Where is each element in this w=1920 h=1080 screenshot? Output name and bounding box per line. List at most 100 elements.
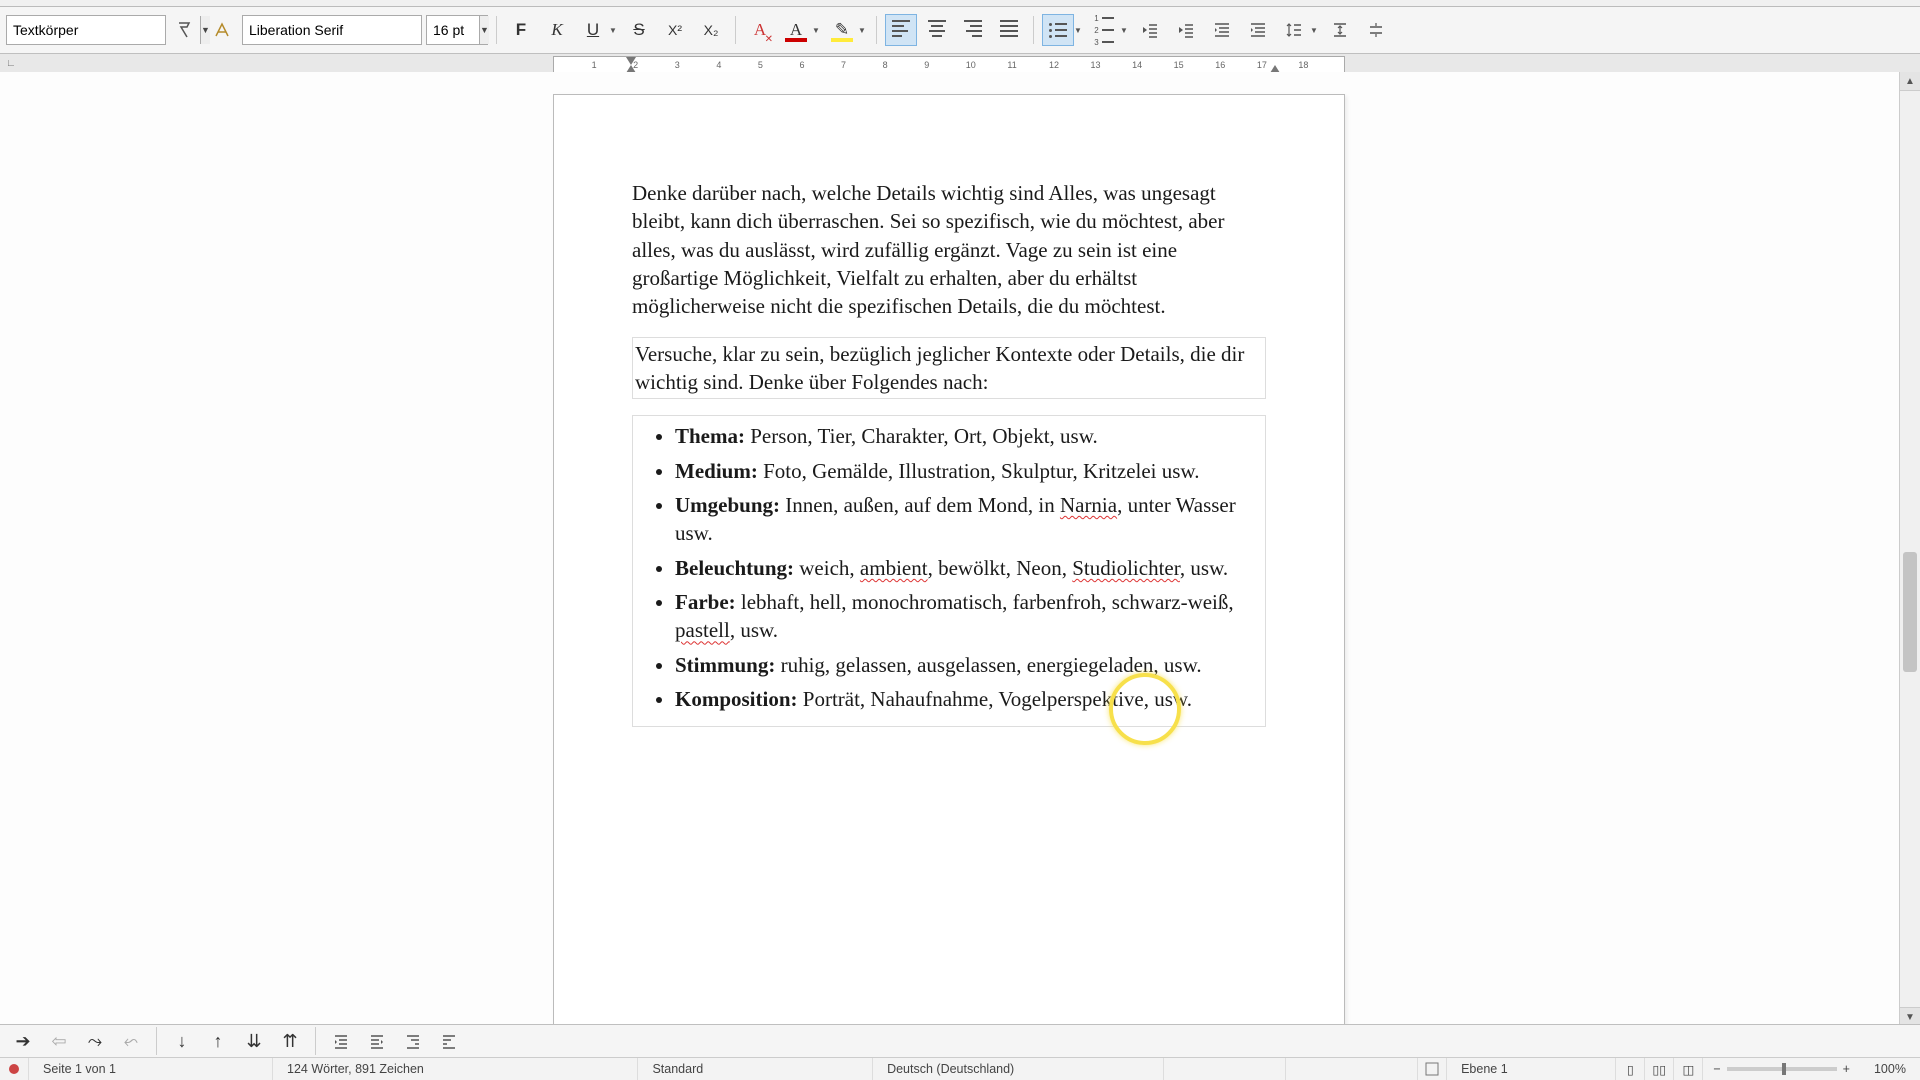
font-name-input[interactable] — [243, 16, 436, 44]
zoom-in-icon[interactable]: + — [1843, 1062, 1850, 1076]
item-text: weich, — [794, 556, 860, 580]
nav-forward-icon[interactable]: ➔ — [8, 1027, 38, 1055]
scroll-thumb[interactable] — [1903, 552, 1917, 672]
subscript-button[interactable]: X₂ — [695, 14, 727, 46]
underline-drop-icon[interactable]: ▼ — [608, 15, 618, 45]
ruler-tick: 9 — [924, 57, 929, 73]
list-item[interactable]: Stimmung: ruhig, gelassen, ausgelassen, … — [675, 651, 1263, 679]
para-spacing-increase-button[interactable] — [1324, 14, 1356, 46]
nav-up-icon[interactable]: ↑ — [203, 1027, 233, 1055]
view-multi-page-icon[interactable]: ▯▯ — [1645, 1058, 1674, 1080]
number-list-button[interactable]: 123 ▼ — [1088, 14, 1120, 46]
ruler-tick: 18 — [1298, 57, 1308, 73]
status-page[interactable]: Seite 1 von 1 — [29, 1058, 273, 1080]
indent-button[interactable] — [1170, 14, 1202, 46]
italic-button[interactable]: K — [541, 14, 573, 46]
highlight-button[interactable]: ✎ ▼ — [826, 14, 858, 46]
nav-back-end-icon[interactable]: ⬿ — [116, 1027, 146, 1055]
status-overwrite[interactable] — [1164, 1058, 1286, 1080]
ruler-tick: 11 — [1007, 57, 1016, 73]
document-body[interactable]: Denke darüber nach, welche Details wicht… — [632, 179, 1266, 727]
status-signature-icon[interactable] — [1418, 1058, 1447, 1080]
nav-up-double-icon[interactable]: ⇈ — [275, 1027, 305, 1055]
list-item[interactable]: Beleuchtung: weich, ambient, bewölkt, Ne… — [675, 554, 1263, 582]
scroll-up-icon[interactable]: ▲ — [1900, 72, 1920, 91]
zoom-knob[interactable] — [1782, 1063, 1786, 1075]
font-size-combo[interactable]: ▼ — [426, 15, 488, 45]
status-language[interactable]: Deutsch (Deutschland) — [873, 1058, 1164, 1080]
ruler-tick: 16 — [1215, 57, 1225, 73]
nav-forward-end-icon[interactable]: ⤳ — [80, 1027, 110, 1055]
font-name-combo[interactable]: ▼ — [242, 15, 422, 45]
strike-glyph: S — [633, 20, 644, 40]
list-item[interactable]: Medium: Foto, Gemälde, Illustration, Sku… — [675, 457, 1263, 485]
nav-down-icon[interactable]: ↓ — [167, 1027, 197, 1055]
align-right-button[interactable] — [957, 14, 989, 46]
nav-down-double-icon[interactable]: ⇊ — [239, 1027, 269, 1055]
status-wordcount[interactable]: 124 Wörter, 891 Zeichen — [273, 1058, 638, 1080]
item-text: , usw. — [1180, 556, 1228, 580]
status-selectionmode[interactable] — [1286, 1058, 1418, 1080]
paragraph-1[interactable]: Denke darüber nach, welche Details wicht… — [632, 179, 1266, 321]
item-text: Innen, außen, auf dem Mond, in — [780, 493, 1060, 517]
paragraph-2[interactable]: Versuche, klar zu sein, bezüglich jeglic… — [632, 337, 1266, 400]
demote-sub-icon[interactable] — [434, 1027, 464, 1055]
view-single-page-icon[interactable]: ▯ — [1616, 1058, 1645, 1080]
font-size-drop-icon[interactable]: ▼ — [479, 16, 489, 44]
list-item[interactable]: Komposition: Porträt, Nahaufnahme, Vogel… — [675, 685, 1263, 713]
number-list-drop-icon[interactable]: ▼ — [1119, 15, 1129, 45]
underline-button[interactable]: U ▼ — [577, 14, 609, 46]
page[interactable]: Denke darüber nach, welche Details wicht… — [553, 94, 1345, 1026]
align-justify-button[interactable] — [993, 14, 1025, 46]
para-spacing-decrease-button[interactable] — [1360, 14, 1392, 46]
separator — [315, 1027, 316, 1055]
bullet-list-button[interactable]: ▼ — [1042, 14, 1074, 46]
bullet-list-drop-icon[interactable]: ▼ — [1073, 15, 1083, 45]
strike-button[interactable]: S — [623, 14, 655, 46]
nav-back-icon[interactable]: ⇦ — [44, 1027, 74, 1055]
separator — [876, 16, 877, 44]
document-viewport[interactable]: Denke darüber nach, welche Details wicht… — [0, 72, 1900, 1026]
font-size-input[interactable] — [427, 16, 479, 44]
demote-icon[interactable] — [362, 1027, 392, 1055]
new-style-icon[interactable] — [206, 14, 238, 46]
formatting-toolbar: ▼ ▼ ▼ F K U ▼ S X² X₂ A✕ A ▼ ✎ ▼ ▼ — [0, 7, 1920, 54]
status-outline-level[interactable]: Ebene 1 — [1447, 1058, 1616, 1080]
decrease-indent-button[interactable] — [1206, 14, 1238, 46]
ruler-tick: 6 — [799, 57, 804, 73]
outdent-button[interactable] — [1134, 14, 1166, 46]
zoom-track[interactable] — [1727, 1067, 1837, 1071]
status-pagestyle[interactable]: Standard — [638, 1058, 873, 1080]
font-color-drop-icon[interactable]: ▼ — [811, 15, 821, 45]
highlight-drop-icon[interactable]: ▼ — [857, 15, 867, 45]
clear-format-button[interactable]: A✕ — [744, 14, 776, 46]
list-item[interactable]: Farbe: lebhaft, hell, monochromatisch, f… — [675, 588, 1263, 645]
bold-glyph: F — [516, 20, 526, 40]
increase-indent-button[interactable] — [1242, 14, 1274, 46]
font-color-button[interactable]: A ▼ — [780, 14, 812, 46]
ruler-tick: 15 — [1174, 57, 1184, 73]
bullet-list-frame[interactable]: Thema: Person, Tier, Charakter, Ort, Obj… — [632, 415, 1266, 726]
paragraph-style-combo[interactable]: ▼ — [6, 15, 166, 45]
bullet-list[interactable]: Thema: Person, Tier, Charakter, Ort, Obj… — [635, 422, 1263, 713]
promote-icon[interactable] — [326, 1027, 356, 1055]
status-zoom[interactable]: 100% — [1860, 1058, 1920, 1080]
view-book-icon[interactable]: ◫ — [1674, 1058, 1703, 1080]
zoom-out-icon[interactable]: − — [1713, 1062, 1720, 1076]
superscript-button[interactable]: X² — [659, 14, 691, 46]
line-spacing-button[interactable]: ▼ — [1278, 14, 1310, 46]
promote-sub-icon[interactable] — [398, 1027, 428, 1055]
list-item[interactable]: Thema: Person, Tier, Charakter, Ort, Obj… — [675, 422, 1263, 450]
item-text: lebhaft, hell, monochromatisch, farbenfr… — [736, 590, 1234, 614]
update-style-icon[interactable] — [170, 14, 202, 46]
vertical-scrollbar[interactable]: ▲ ▼ — [1899, 72, 1920, 1026]
align-left-button[interactable] — [885, 14, 917, 46]
save-indicator-icon[interactable] — [0, 1058, 29, 1080]
line-spacing-drop-icon[interactable]: ▼ — [1309, 15, 1319, 45]
list-item[interactable]: Umgebung: Innen, außen, auf dem Mond, in… — [675, 491, 1263, 548]
zoom-slider[interactable]: − + — [1703, 1062, 1860, 1076]
ruler-tick: 2 — [633, 57, 638, 73]
align-center-button[interactable] — [921, 14, 953, 46]
bold-button[interactable]: F — [505, 14, 537, 46]
italic-glyph: K — [551, 20, 562, 40]
